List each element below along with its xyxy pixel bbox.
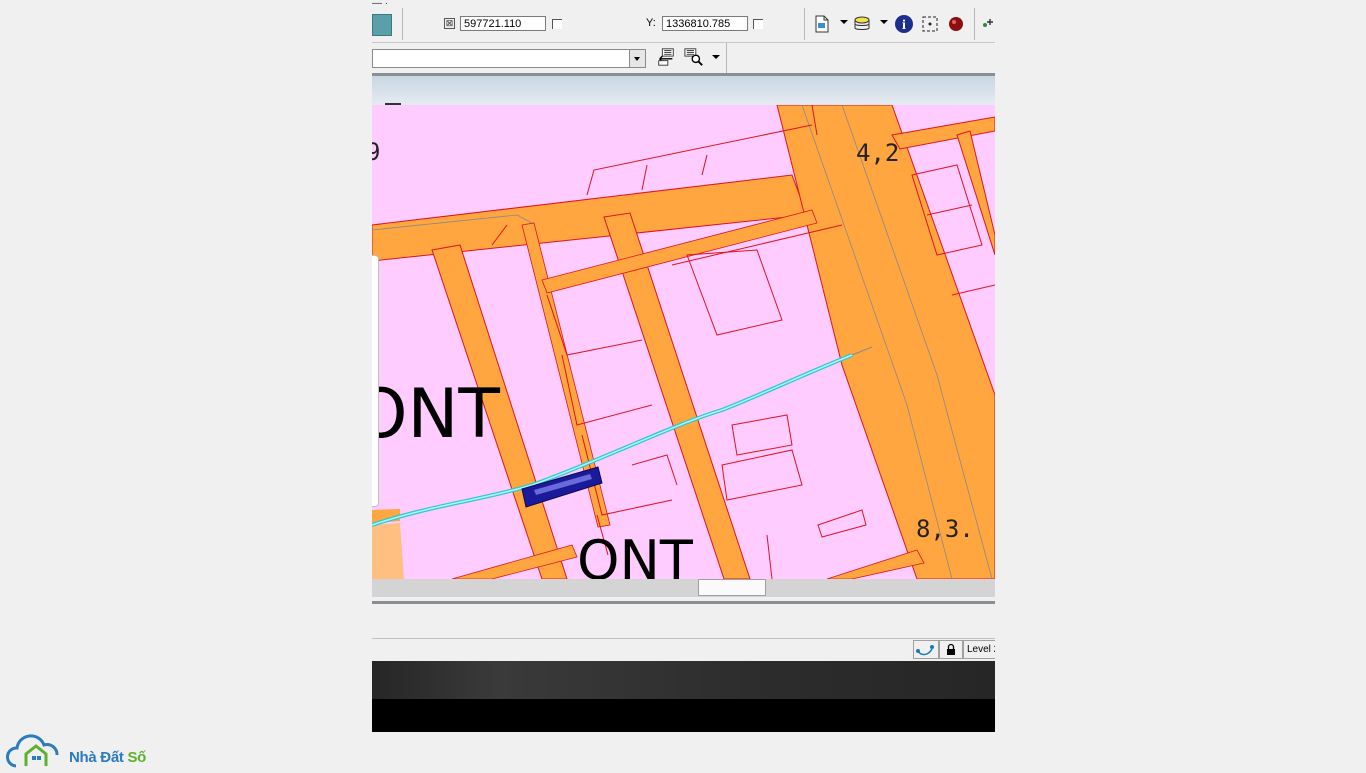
chevron-down-icon[interactable] [712, 55, 720, 59]
y-coordinate-value: 1336810.785 [666, 18, 731, 30]
land-use-label: ONT [577, 529, 694, 579]
taskbar-area [372, 661, 995, 699]
layers-icon[interactable] [852, 14, 872, 34]
x-coordinate-value: 597721.110 [464, 18, 522, 30]
map-view-frame: ONT ONT 4,2 8,3. 9 [372, 76, 995, 579]
view-toolbar [372, 43, 995, 73]
status-bar: Level 2 [372, 639, 995, 661]
toolbar-separator [402, 8, 403, 40]
chevron-down-icon[interactable] [840, 20, 848, 24]
screen-bottom [372, 699, 995, 732]
scrollbar-thumb[interactable] [698, 579, 766, 596]
view-tool-button[interactable] [372, 14, 392, 36]
land-area [372, 523, 404, 579]
zoom-window-icon[interactable] [684, 47, 704, 67]
active-level-field[interactable]: Level 2 [963, 640, 995, 659]
cloud-house-icon [6, 734, 59, 768]
info-icon[interactable]: i [894, 14, 914, 34]
land-use-label: ONT [372, 375, 500, 454]
svg-text:i: i [902, 18, 906, 33]
dimension-label: 4,2 [856, 139, 899, 167]
brand-name-main: Nhà Đất [69, 749, 128, 766]
x-lock-checkbox[interactable] [552, 19, 562, 29]
horizontal-scrollbar[interactable] [372, 579, 995, 597]
snap-icon[interactable] [978, 14, 995, 34]
document-icon[interactable] [812, 14, 832, 34]
brand-name-accent: Số [127, 749, 147, 766]
view-attributes-combo[interactable] [372, 49, 646, 68]
coordinate-toolbar: — · ⊠ 597721.110 Y: 1336810.785 i [372, 0, 995, 43]
y-coordinate-label: Y: [646, 17, 656, 29]
menu-fragment: — · [372, 0, 389, 9]
side-panel-edge [372, 255, 379, 507]
dimension-label: 8,3. [916, 515, 974, 543]
lock-icon[interactable] [939, 640, 963, 659]
dimension-label: 9 [372, 138, 380, 166]
brand-name: Nhà Đất Số [69, 749, 146, 766]
x-lock-icon[interactable]: ⊠ [444, 18, 455, 29]
toolbar-separator [726, 43, 727, 73]
combo-dropdown-button[interactable] [629, 50, 645, 67]
status-snap-icon[interactable] [913, 640, 939, 659]
brand-logo: Nhà Đất Số [6, 732, 166, 768]
message-area [372, 604, 995, 639]
swap-view-icon[interactable] [656, 47, 676, 67]
toolbar-separator [804, 8, 805, 40]
cadastral-map[interactable]: ONT ONT 4,2 8,3. 9 [372, 105, 995, 579]
app-window: — · ⊠ 597721.110 Y: 1336810.785 i ONT ON… [372, 0, 995, 732]
toolbar-separator [974, 8, 975, 40]
y-lock-checkbox[interactable] [753, 19, 763, 29]
map-canvas[interactable]: ONT ONT 4,2 8,3. 9 [372, 105, 995, 579]
fence-select-icon[interactable] [920, 14, 940, 34]
chevron-down-icon[interactable] [880, 20, 888, 24]
y-coordinate-input[interactable]: 1336810.785 [662, 16, 748, 31]
record-icon[interactable] [946, 14, 966, 34]
x-coordinate-input[interactable]: 597721.110 [460, 16, 546, 31]
